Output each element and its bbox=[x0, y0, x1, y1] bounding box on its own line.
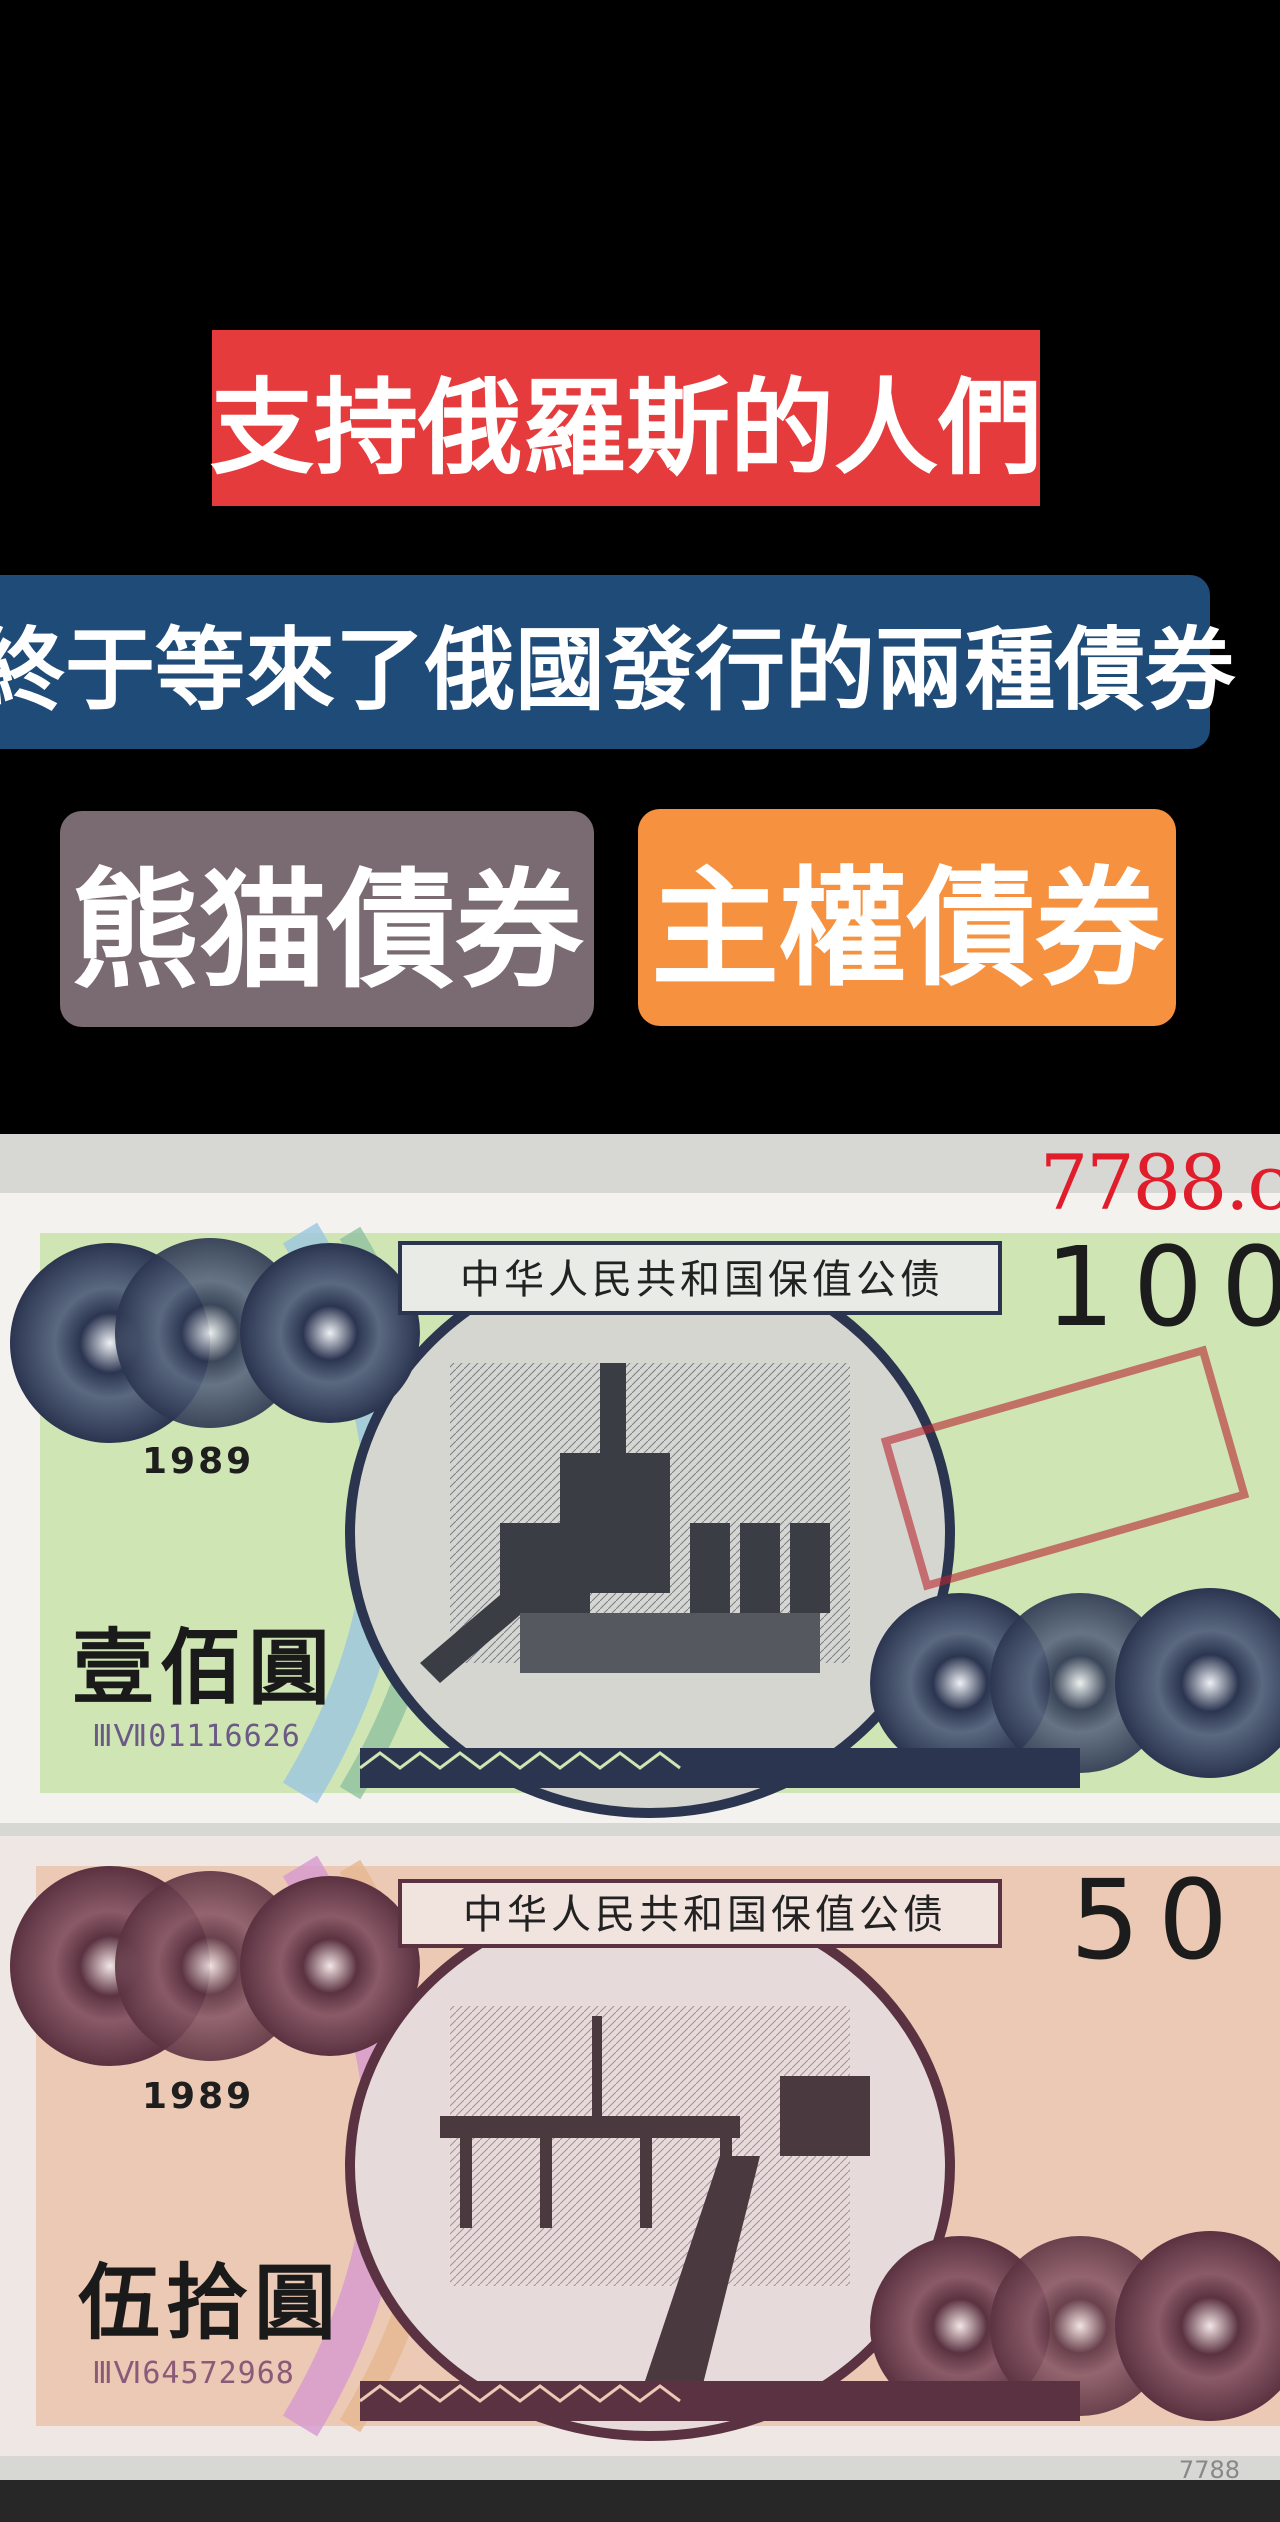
note-100-denomination: 100 bbox=[1045, 1223, 1280, 1351]
panda-bond-label: 熊猫債券 bbox=[70, 855, 583, 1006]
note-50-year: 1989 bbox=[142, 2076, 255, 2117]
subtitle-banner: 終于等來了俄國發行的兩種債券 bbox=[0, 575, 1235, 749]
note-100-amount: 壹佰圓 bbox=[72, 1620, 337, 1716]
note-50-header: 中华人民共和国保值公债 bbox=[463, 1892, 947, 1938]
title-banner: 支持俄羅斯的人們 bbox=[210, 330, 1043, 506]
site-watermark: 7788.c bbox=[1039, 1138, 1280, 1227]
photo-bottom-strip bbox=[0, 2480, 1280, 2522]
subtitle-text: 終于等來了俄國發行的兩種債券 bbox=[0, 617, 1235, 723]
note-50-denomination: 50 bbox=[1070, 1856, 1246, 1984]
note-50-serial: ⅢⅥ64572968 bbox=[92, 2356, 295, 2391]
sovereign-bond-label: 主權債券 bbox=[650, 854, 1163, 1004]
note-100-serial: ⅢⅦ01116626 bbox=[92, 1719, 301, 1754]
note-100-header: 中华人民共和国保值公债 bbox=[460, 1257, 944, 1303]
title-text: 支持俄羅斯的人們 bbox=[210, 365, 1043, 489]
panda-bond-tag: 熊猫債券 bbox=[60, 811, 594, 1027]
corner-watermark: 7788 bbox=[1178, 2456, 1240, 2484]
bond-note-50: 中华人民共和国保值公债 50 1989 伍拾圓 ⅢⅥ64572968 bbox=[0, 1836, 1280, 2456]
note-100-year: 1989 bbox=[142, 1441, 255, 1482]
sovereign-bond-tag: 主權債券 bbox=[638, 809, 1176, 1026]
bond-note-100: 中华人民共和国保值公债 100 1989 壹佰圓 ⅢⅦ01116626 bbox=[0, 1193, 1280, 1823]
note-50-amount: 伍拾圓 bbox=[78, 2255, 343, 2351]
